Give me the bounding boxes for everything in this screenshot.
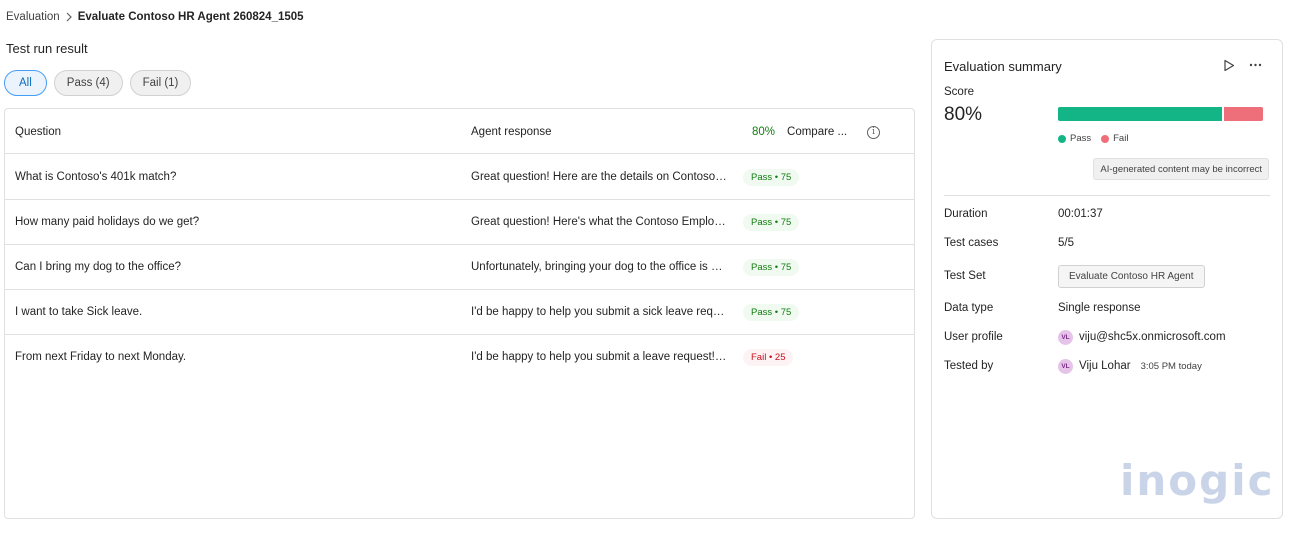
row-question: Can I bring my dog to the office? xyxy=(15,261,181,273)
row-question: How many paid holidays do we get? xyxy=(15,216,200,228)
info-icon[interactable]: i xyxy=(867,125,881,139)
row-question: I want to take Sick leave. xyxy=(15,306,143,318)
row-response-cell: Great question! Here are the details on … xyxy=(471,155,727,199)
data-type-label: Data type xyxy=(944,302,994,314)
legend-fail: Fail xyxy=(1101,133,1128,144)
score-percent: 80% xyxy=(752,126,776,138)
test-set-button[interactable]: Evaluate Contoso HR Agent xyxy=(1058,264,1205,288)
filter-fail[interactable]: Fail (1) xyxy=(129,70,192,96)
score-value: 80% xyxy=(944,104,983,125)
ai-disclaimer: AI-generated content may be incorrect xyxy=(1093,158,1269,180)
row-response-cell: I'd be happy to help you submit a leave … xyxy=(471,335,727,379)
test-set-row: Test Set Evaluate Contoso HR Agent xyxy=(944,264,1274,288)
compare-button[interactable]: Compare ... xyxy=(787,126,847,138)
row-response: I'd be happy to help you submit a leave … xyxy=(471,351,727,363)
row-response: Unfortunately, bringing your dog to the … xyxy=(471,261,727,273)
user-profile-value-group: VL viju@shc5x.onmicrosoft.com xyxy=(1058,329,1226,345)
tested-by-value: Viju Lohar xyxy=(1079,360,1131,372)
score-label: Score xyxy=(944,86,975,98)
status-badge: Pass • 75 xyxy=(743,213,800,231)
table-row[interactable]: How many paid holidays do we get? Great … xyxy=(5,200,914,245)
panel-actions xyxy=(1222,58,1262,72)
legend-pass-label: Pass xyxy=(1070,133,1092,144)
row-status-cell: Pass • 75 xyxy=(743,290,913,334)
row-status-cell: Fail • 25 xyxy=(743,335,913,379)
table-header: Question Agent response 80% Compare ... … xyxy=(5,109,914,154)
divider xyxy=(944,195,1270,196)
user-profile-label: User profile xyxy=(944,331,1003,343)
column-header-question: Question xyxy=(15,126,62,138)
legend-fail-label: Fail xyxy=(1113,133,1129,144)
legend-fail-dot xyxy=(1101,134,1110,143)
score-bar xyxy=(1058,107,1263,121)
filter-all[interactable]: All xyxy=(4,70,47,96)
evaluation-summary-panel: Evaluation summary Score 80% Pass Fail A… xyxy=(931,39,1283,519)
more-icon[interactable] xyxy=(1248,58,1262,72)
user-profile-row: User profile VL viju@shc5x.onmicrosoft.c… xyxy=(944,328,1274,346)
data-type-value: Single response xyxy=(1058,302,1141,314)
score-legend: Pass Fail xyxy=(1058,133,1128,144)
legend-pass: Pass xyxy=(1058,133,1091,144)
row-status-cell: Pass • 75 xyxy=(743,245,913,289)
watermark-logo: inogic xyxy=(1120,456,1275,505)
results-table: Question Agent response 80% Compare ... … xyxy=(4,108,915,519)
breadcrumb: Evaluation Evaluate Contoso HR Agent 260… xyxy=(6,11,304,23)
status-badge: Pass • 75 xyxy=(743,168,800,186)
tested-time: 3:05 PM today xyxy=(1140,360,1202,372)
watermark-text: inogic xyxy=(1120,456,1275,505)
table-row[interactable]: From next Friday to next Monday. I'd be … xyxy=(5,335,914,380)
row-question: What is Contoso's 401k match? xyxy=(15,171,177,183)
data-type-row: Data type Single response xyxy=(944,302,1274,314)
status-badge: Fail • 25 xyxy=(743,348,794,366)
tested-by-row: Tested by VL Viju Lohar 3:05 PM today xyxy=(944,357,1274,375)
score-bar-pass xyxy=(1058,107,1222,121)
section-title: Test run result xyxy=(6,41,88,56)
panel-title: Evaluation summary xyxy=(944,59,1062,74)
filter-chips: All Pass (4) Fail (1) xyxy=(4,70,192,96)
column-header-response: Agent response xyxy=(471,126,552,138)
column-header-score: 80% Compare ... i xyxy=(752,109,922,155)
test-set-label: Test Set xyxy=(944,270,986,282)
filter-pass[interactable]: Pass (4) xyxy=(53,70,123,96)
test-cases-value: 5/5 xyxy=(1058,237,1074,249)
table-row[interactable]: What is Contoso's 401k match? Great ques… xyxy=(5,155,914,200)
row-status-cell: Pass • 75 xyxy=(743,155,913,199)
legend-pass-dot xyxy=(1058,134,1066,143)
row-response: I'd be happy to help you submit a sick l… xyxy=(471,306,727,318)
duration-value: 00:01:37 xyxy=(1058,208,1103,220)
score-bar-fail xyxy=(1224,107,1263,121)
chevron-right-icon xyxy=(60,12,78,22)
avatar: VL xyxy=(1058,329,1073,345)
row-status-cell: Pass • 75 xyxy=(743,200,913,244)
row-response-cell: I'd be happy to help you submit a sick l… xyxy=(471,290,727,334)
breadcrumb-current: Evaluate Contoso HR Agent 260824_1505 xyxy=(77,11,304,23)
row-question: From next Friday to next Monday. xyxy=(15,351,187,363)
duration-row: Duration 00:01:37 xyxy=(944,208,1274,220)
status-badge: Pass • 75 xyxy=(743,258,800,276)
tested-by-label: Tested by xyxy=(944,360,994,372)
user-profile-value: viju@shc5x.onmicrosoft.com xyxy=(1079,331,1226,343)
row-response: Great question! Here's what the Contoso … xyxy=(471,216,727,228)
table-row[interactable]: I want to take Sick leave. I'd be happy … xyxy=(5,290,914,335)
table-row[interactable]: Can I bring my dog to the office? Unfort… xyxy=(5,245,914,290)
duration-label: Duration xyxy=(944,208,988,220)
avatar: VL xyxy=(1058,358,1073,374)
status-badge: Pass • 75 xyxy=(743,303,800,321)
test-cases-label: Test cases xyxy=(944,237,999,249)
play-icon[interactable] xyxy=(1222,58,1236,72)
test-cases-row: Test cases 5/5 xyxy=(944,237,1274,249)
tested-by-value-group: VL Viju Lohar 3:05 PM today xyxy=(1058,358,1202,374)
row-response: Great question! Here are the details on … xyxy=(471,171,727,183)
row-response-cell: Great question! Here's what the Contoso … xyxy=(471,200,727,244)
breadcrumb-evaluation-link[interactable]: Evaluation xyxy=(6,11,60,23)
row-response-cell: Unfortunately, bringing your dog to the … xyxy=(471,245,727,289)
